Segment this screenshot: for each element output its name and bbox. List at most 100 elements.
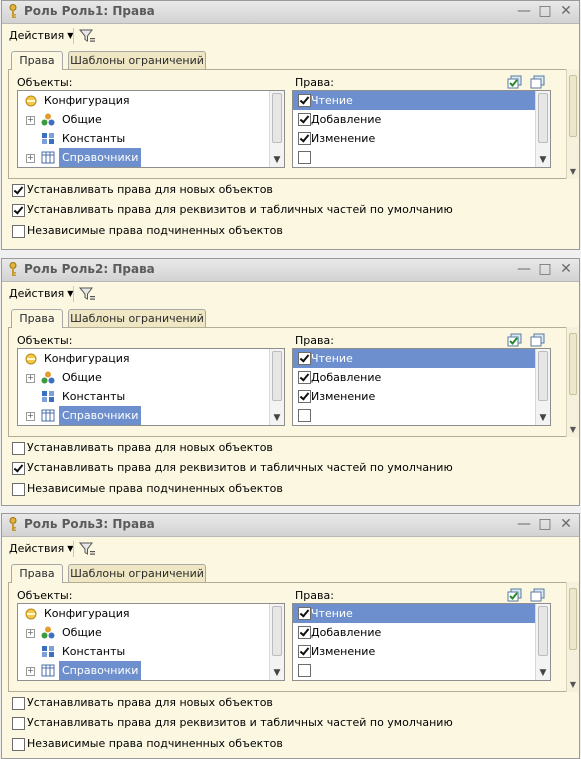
tab-rights[interactable]: Права — [11, 309, 63, 328]
tab-rights[interactable]: Права — [11, 51, 63, 70]
checkbox-checked[interactable] — [298, 94, 311, 107]
scroll-down-icon[interactable]: ▼ — [536, 155, 550, 165]
expand-icon[interactable]: + — [26, 629, 35, 638]
checkbox[interactable] — [298, 151, 311, 164]
tab-restriction-templates[interactable]: Шаблоны ограничений — [68, 309, 206, 327]
checkbox-checked[interactable] — [298, 626, 311, 639]
tree-item-constants[interactable]: Константы — [18, 129, 270, 148]
checkbox-checked[interactable] — [298, 607, 311, 620]
minimize-icon[interactable]: — — [515, 261, 533, 278]
checkbox-checked[interactable] — [298, 371, 311, 384]
scroll-down-icon[interactable]: ▼ — [567, 425, 579, 434]
tree-item-common[interactable]: + Общие — [18, 623, 270, 642]
checkbox-checked[interactable] — [298, 352, 311, 365]
filter-icon[interactable] — [78, 285, 96, 303]
checkbox-checked[interactable] — [298, 113, 311, 126]
rights-item-edit[interactable]: Изменение — [293, 129, 536, 148]
tab-restriction-templates[interactable]: Шаблоны ограничений — [68, 564, 206, 582]
checkbox-unchecked[interactable] — [12, 483, 25, 496]
rights-item-partial[interactable] — [293, 661, 536, 680]
window-scrollbar[interactable]: ▼ — [566, 327, 579, 437]
checkbox[interactable] — [298, 409, 311, 422]
close-icon[interactable]: ✕ — [557, 261, 575, 278]
scroll-thumb[interactable] — [272, 606, 282, 656]
tree-item-configuration[interactable]: Конфигурация — [18, 91, 270, 110]
filter-icon[interactable] — [78, 540, 96, 558]
minimize-icon[interactable]: — — [515, 3, 533, 20]
checkbox-unchecked[interactable] — [12, 225, 25, 238]
checkbox-checked[interactable] — [298, 390, 311, 403]
rights-item-add[interactable]: Добавление — [293, 110, 536, 129]
close-icon[interactable]: ✕ — [557, 516, 575, 533]
rights-scrollbar[interactable]: ▼ — [535, 91, 550, 167]
window-scrollbar[interactable]: ▼ — [566, 69, 579, 179]
tree-item-common[interactable]: + Общие — [18, 110, 270, 129]
scroll-thumb[interactable] — [569, 333, 577, 395]
tree-item-constants[interactable]: Константы — [18, 387, 270, 406]
scroll-thumb[interactable] — [538, 93, 548, 143]
scroll-thumb[interactable] — [538, 606, 548, 656]
check-all-icon[interactable] — [507, 75, 523, 89]
rights-item-add[interactable]: Добавление — [293, 368, 536, 387]
scroll-thumb[interactable] — [272, 351, 282, 401]
scroll-thumb[interactable] — [538, 351, 548, 401]
checkbox-unchecked[interactable] — [12, 717, 25, 730]
checkbox-checked[interactable] — [12, 184, 25, 197]
expand-icon[interactable]: + — [26, 116, 35, 125]
checkbox-unchecked[interactable] — [12, 442, 25, 455]
actions-menu-button[interactable]: Действия ▼ — [7, 540, 75, 558]
rights-item-edit[interactable]: Изменение — [293, 387, 536, 406]
actions-menu-button[interactable]: Действия ▼ — [7, 27, 75, 45]
rights-item-partial[interactable] — [293, 406, 536, 425]
filter-icon[interactable] — [78, 27, 96, 45]
checkbox-checked[interactable] — [298, 645, 311, 658]
uncheck-all-icon[interactable] — [530, 588, 546, 602]
rights-item-read[interactable]: Чтение — [293, 349, 536, 368]
rights-list[interactable]: Чтение Добавление Изменение ▼ — [292, 348, 551, 426]
tree-item-configuration[interactable]: Конфигурация — [18, 604, 270, 623]
tree-scrollbar[interactable]: ▼ — [269, 349, 284, 425]
check-all-icon[interactable] — [507, 588, 523, 602]
title-bar[interactable]: Роль Роль3: Права — □ ✕ — [2, 514, 579, 537]
rights-item-read[interactable]: Чтение — [293, 604, 536, 623]
maximize-icon[interactable]: □ — [536, 261, 554, 278]
maximize-icon[interactable]: □ — [536, 3, 554, 20]
checkbox-checked[interactable] — [12, 462, 25, 475]
scroll-down-icon[interactable]: ▼ — [270, 668, 284, 678]
expand-icon[interactable]: + — [26, 374, 35, 383]
tree-item-constants[interactable]: Константы — [18, 642, 270, 661]
rights-item-edit[interactable]: Изменение — [293, 642, 536, 661]
objects-tree[interactable]: Конфигурация + Общие Константы + Справоч… — [17, 90, 285, 168]
tree-item-catalogs[interactable]: + Справочники — [18, 661, 270, 680]
rights-item-add[interactable]: Добавление — [293, 623, 536, 642]
objects-tree[interactable]: Конфигурация + Общие Константы + Справоч… — [17, 348, 285, 426]
check-all-icon[interactable] — [507, 333, 523, 347]
checkbox-checked[interactable] — [12, 204, 25, 217]
tree-item-catalogs[interactable]: + Справочники — [18, 406, 270, 425]
maximize-icon[interactable]: □ — [536, 516, 554, 533]
checkbox-checked[interactable] — [298, 132, 311, 145]
scroll-down-icon[interactable]: ▼ — [270, 155, 284, 165]
scroll-down-icon[interactable]: ▼ — [567, 680, 579, 689]
tree-item-catalogs[interactable]: + Справочники — [18, 148, 270, 167]
tree-item-configuration[interactable]: Конфигурация — [18, 349, 270, 368]
rights-scrollbar[interactable]: ▼ — [535, 349, 550, 425]
rights-list[interactable]: Чтение Добавление Изменение ▼ — [292, 603, 551, 681]
objects-tree[interactable]: Конфигурация + Общие Константы + Справоч… — [17, 603, 285, 681]
close-icon[interactable]: ✕ — [557, 3, 575, 20]
scroll-down-icon[interactable]: ▼ — [536, 413, 550, 423]
scroll-thumb[interactable] — [569, 588, 577, 650]
uncheck-all-icon[interactable] — [530, 333, 546, 347]
scroll-down-icon[interactable]: ▼ — [567, 167, 579, 176]
scroll-thumb[interactable] — [569, 75, 577, 137]
minimize-icon[interactable]: — — [515, 516, 533, 533]
uncheck-all-icon[interactable] — [530, 75, 546, 89]
checkbox[interactable] — [298, 664, 311, 677]
title-bar[interactable]: Роль Роль1: Права — □ ✕ — [2, 1, 579, 24]
tree-item-common[interactable]: + Общие — [18, 368, 270, 387]
tree-scrollbar[interactable]: ▼ — [269, 91, 284, 167]
rights-item-partial[interactable] — [293, 148, 536, 167]
expand-icon[interactable]: + — [26, 667, 35, 676]
actions-menu-button[interactable]: Действия ▼ — [7, 285, 75, 303]
scroll-down-icon[interactable]: ▼ — [270, 413, 284, 423]
